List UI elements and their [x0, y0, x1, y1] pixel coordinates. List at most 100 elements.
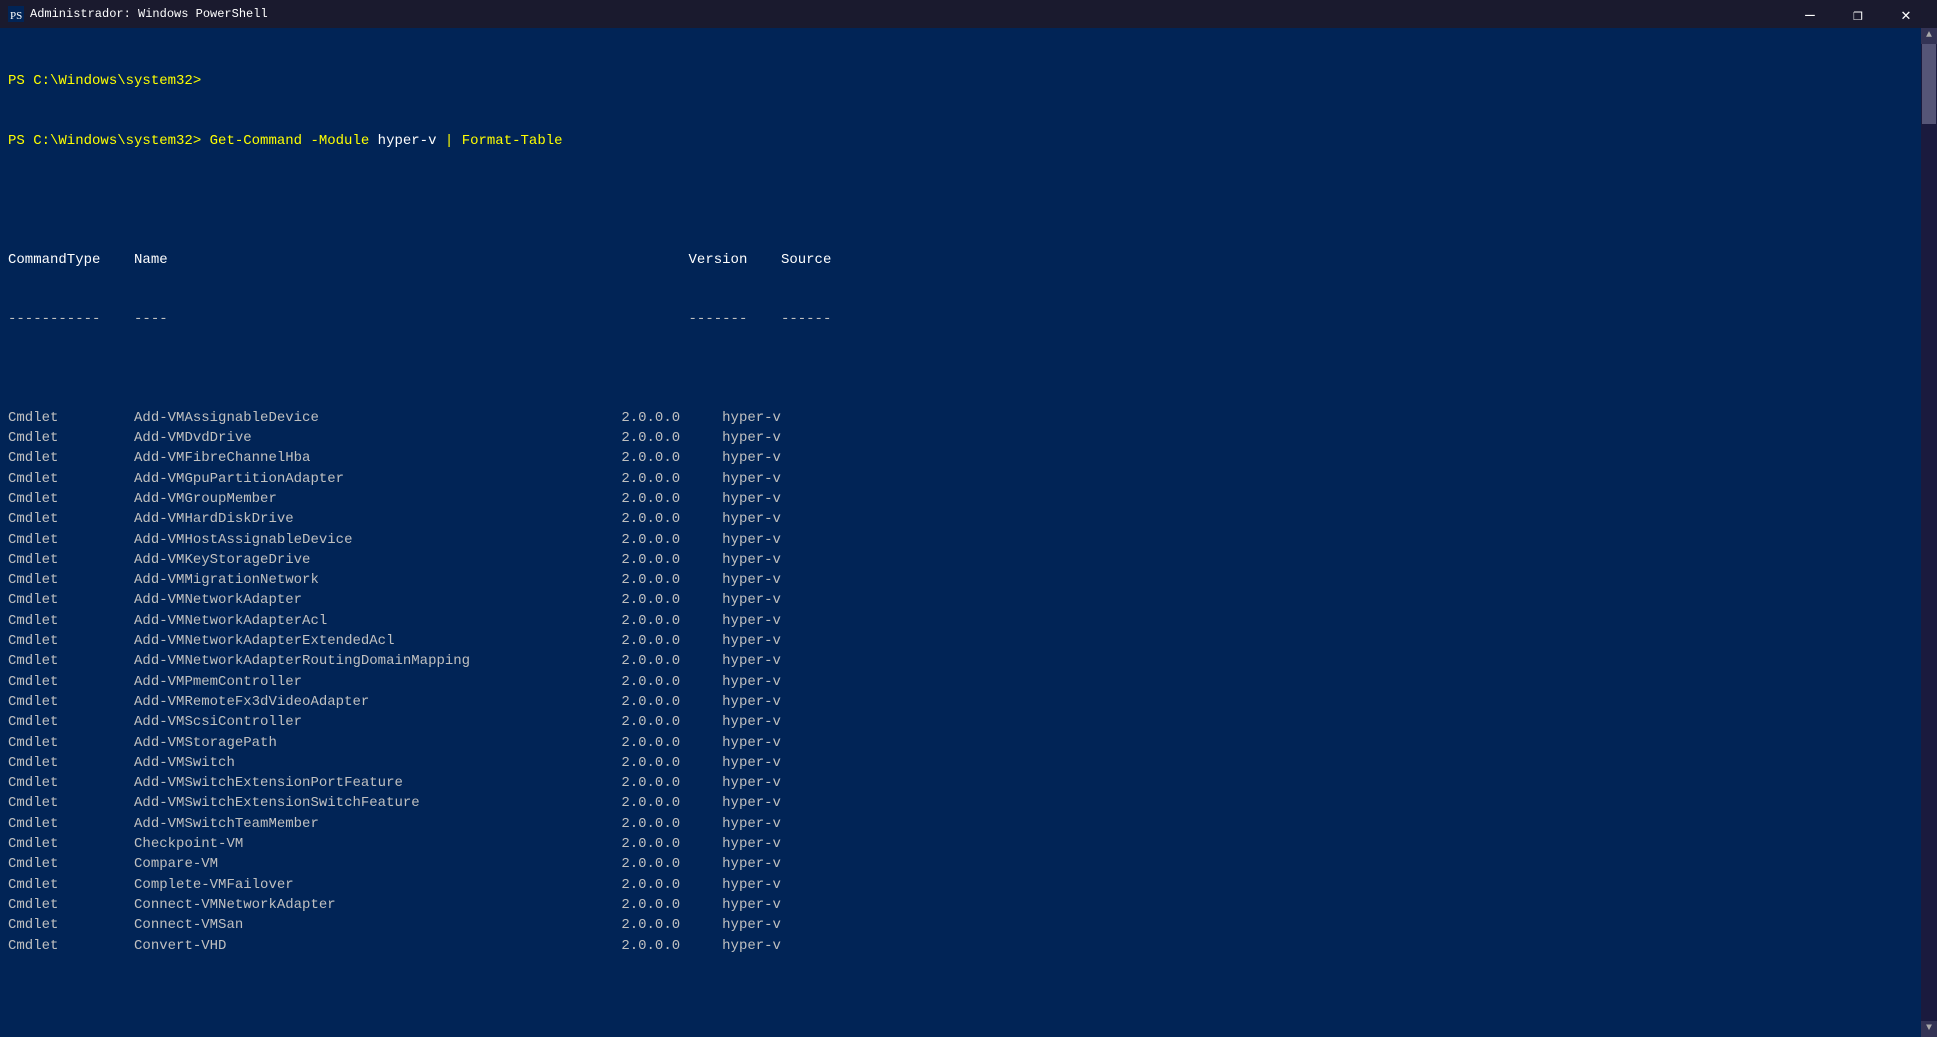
- row-type: Cmdlet: [8, 651, 134, 671]
- row-name: Convert-VHD: [134, 936, 621, 956]
- row-version: 2.0.0.0: [621, 489, 722, 509]
- row-name: Add-VMPmemController: [134, 672, 621, 692]
- row-name: Add-VMHostAssignableDevice: [134, 530, 621, 550]
- row-name: Add-VMNetworkAdapterRoutingDomainMapping: [134, 651, 621, 671]
- row-name: Connect-VMNetworkAdapter: [134, 895, 621, 915]
- scrollbar-thumb[interactable]: [1922, 44, 1936, 124]
- row-source: hyper-v: [722, 692, 781, 712]
- table-row: Cmdlet Complete-VMFailover 2.0.0.0 hyper…: [8, 875, 1929, 895]
- row-name: Add-VMSwitch: [134, 753, 621, 773]
- row-type: Cmdlet: [8, 631, 134, 651]
- row-type: Cmdlet: [8, 550, 134, 570]
- format-table: Format-Table: [462, 131, 563, 151]
- param-value: hyper-v: [378, 131, 445, 151]
- sep-source: ------: [781, 309, 831, 329]
- header-line: CommandType Name Version Source: [8, 250, 1929, 270]
- row-source: hyper-v: [722, 875, 781, 895]
- table-row: Cmdlet Add-VMFibreChannelHba 2.0.0.0 hyp…: [8, 448, 1929, 468]
- row-name: Add-VMRemoteFx3dVideoAdapter: [134, 692, 621, 712]
- row-type: Cmdlet: [8, 590, 134, 610]
- row-type: Cmdlet: [8, 854, 134, 874]
- table-row: Cmdlet Add-VMKeyStorageDrive 2.0.0.0 hyp…: [8, 550, 1929, 570]
- row-source: hyper-v: [722, 428, 781, 448]
- table-row: Cmdlet Add-VMPmemController 2.0.0.0 hype…: [8, 672, 1929, 692]
- row-version: 2.0.0.0: [621, 834, 722, 854]
- row-type: Cmdlet: [8, 936, 134, 956]
- table-row: Cmdlet Add-VMDvdDrive 2.0.0.0 hyper-v: [8, 428, 1929, 448]
- scroll-up-arrow[interactable]: ▲: [1921, 28, 1937, 44]
- row-source: hyper-v: [722, 651, 781, 671]
- row-source: hyper-v: [722, 631, 781, 651]
- row-version: 2.0.0.0: [621, 915, 722, 935]
- table-row: Cmdlet Add-VMGroupMember 2.0.0.0 hyper-v: [8, 489, 1929, 509]
- row-version: 2.0.0.0: [621, 936, 722, 956]
- row-name: Add-VMGpuPartitionAdapter: [134, 469, 621, 489]
- separator-line: ----------- ---- ------- ------: [8, 309, 1929, 329]
- table-row: Cmdlet Add-VMAssignableDevice 2.0.0.0 hy…: [8, 408, 1929, 428]
- row-name: Add-VMNetworkAdapterExtendedAcl: [134, 631, 621, 651]
- row-version: 2.0.0.0: [621, 651, 722, 671]
- prompt-2: PS C:\Windows\system32>: [8, 131, 201, 151]
- minimize-button[interactable]: —: [1787, 0, 1833, 28]
- row-version: 2.0.0.0: [621, 712, 722, 732]
- row-name: Add-VMScsiController: [134, 712, 621, 732]
- row-version: 2.0.0.0: [621, 814, 722, 834]
- row-type: Cmdlet: [8, 570, 134, 590]
- row-name: Add-VMStoragePath: [134, 733, 621, 753]
- table-row: Cmdlet Add-VMHostAssignableDevice 2.0.0.…: [8, 530, 1929, 550]
- table-row: Cmdlet Compare-VM 2.0.0.0 hyper-v: [8, 854, 1929, 874]
- row-source: hyper-v: [722, 469, 781, 489]
- table-row: Cmdlet Add-VMSwitchExtensionSwitchFeatur…: [8, 793, 1929, 813]
- row-version: 2.0.0.0: [621, 509, 722, 529]
- table-row: Cmdlet Add-VMNetworkAdapterExtendedAcl 2…: [8, 631, 1929, 651]
- row-version: 2.0.0.0: [621, 550, 722, 570]
- row-type: Cmdlet: [8, 509, 134, 529]
- row-source: hyper-v: [722, 611, 781, 631]
- window-controls: — ❐ ✕: [1787, 0, 1929, 28]
- row-name: Add-VMMigrationNetwork: [134, 570, 621, 590]
- row-type: Cmdlet: [8, 489, 134, 509]
- scroll-down-arrow[interactable]: ▼: [1921, 1021, 1937, 1037]
- row-type: Cmdlet: [8, 915, 134, 935]
- row-source: hyper-v: [722, 590, 781, 610]
- row-version: 2.0.0.0: [621, 672, 722, 692]
- row-version: 2.0.0.0: [621, 793, 722, 813]
- header-commandtype: CommandType: [8, 250, 100, 270]
- row-source: hyper-v: [722, 895, 781, 915]
- sep-name: ----: [134, 309, 168, 329]
- powershell-window: PS Administrador: Windows PowerShell — ❐…: [0, 0, 1937, 1037]
- close-button[interactable]: ✕: [1883, 0, 1929, 28]
- row-type: Cmdlet: [8, 733, 134, 753]
- table-row: Cmdlet Connect-VMSan 2.0.0.0 hyper-v: [8, 915, 1929, 935]
- row-version: 2.0.0.0: [621, 773, 722, 793]
- row-type: Cmdlet: [8, 469, 134, 489]
- row-type: Cmdlet: [8, 895, 134, 915]
- row-type: Cmdlet: [8, 611, 134, 631]
- table-row: Cmdlet Convert-VHD 2.0.0.0 hyper-v: [8, 936, 1929, 956]
- empty-line: [8, 190, 1929, 210]
- row-type: Cmdlet: [8, 692, 134, 712]
- row-type: Cmdlet: [8, 712, 134, 732]
- row-type: Cmdlet: [8, 448, 134, 468]
- table-row: Cmdlet Add-VMSwitchTeamMember 2.0.0.0 hy…: [8, 814, 1929, 834]
- command-text: Get-Command: [201, 131, 310, 151]
- scrollbar[interactable]: ▲ ▼: [1921, 28, 1937, 1037]
- row-type: Cmdlet: [8, 793, 134, 813]
- row-source: hyper-v: [722, 936, 781, 956]
- sep-version: -------: [689, 309, 748, 329]
- row-type: Cmdlet: [8, 753, 134, 773]
- table-row: Cmdlet Add-VMHardDiskDrive 2.0.0.0 hyper…: [8, 509, 1929, 529]
- row-name: Checkpoint-VM: [134, 834, 621, 854]
- table-row: Cmdlet Add-VMNetworkAdapterRoutingDomain…: [8, 651, 1929, 671]
- scrollbar-track[interactable]: [1921, 44, 1937, 1021]
- terminal-body[interactable]: PS C:\Windows\system32> PS C:\Windows\sy…: [0, 28, 1937, 1037]
- row-version: 2.0.0.0: [621, 448, 722, 468]
- row-source: hyper-v: [722, 408, 781, 428]
- maximize-button[interactable]: ❐: [1835, 0, 1881, 28]
- row-source: hyper-v: [722, 854, 781, 874]
- header-version: Version: [689, 250, 748, 270]
- pipe-char: |: [445, 131, 462, 151]
- row-source: hyper-v: [722, 509, 781, 529]
- row-name: Add-VMNetworkAdapterAcl: [134, 611, 621, 631]
- row-version: 2.0.0.0: [621, 428, 722, 448]
